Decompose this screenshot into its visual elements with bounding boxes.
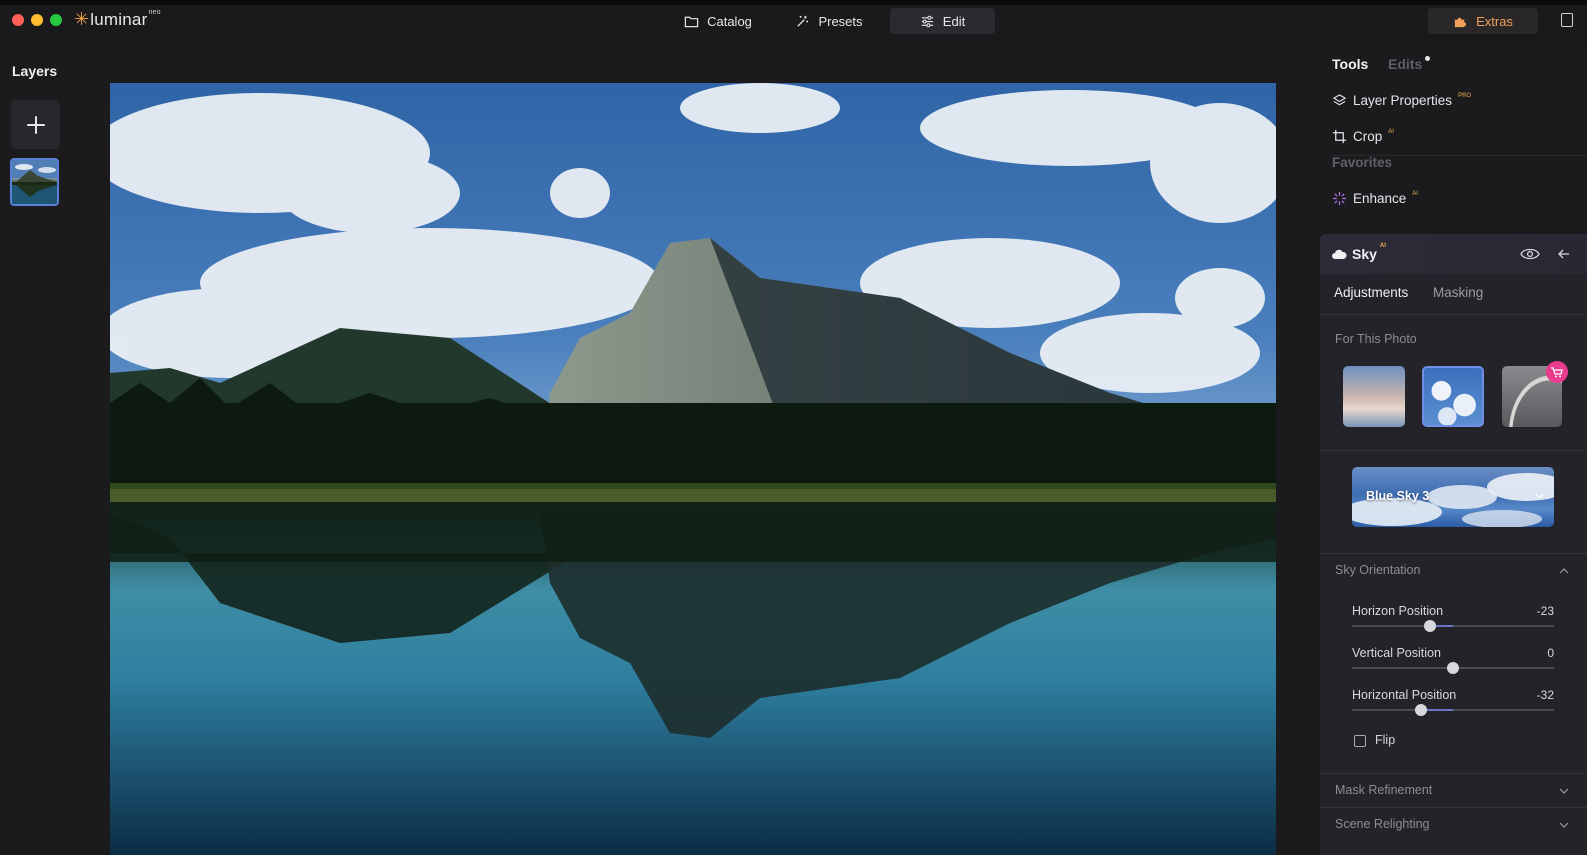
- tool-crop[interactable]: Crop AI: [1332, 129, 1394, 144]
- app-name: luminar: [90, 10, 148, 29]
- horizontal-position-handle[interactable]: [1414, 704, 1427, 716]
- horizon-position-value: -23: [1536, 604, 1554, 618]
- cart-icon: [1551, 366, 1563, 377]
- sky-selection-dropdown[interactable]: Blue Sky 3: [1352, 467, 1554, 527]
- mask-refinement-heading[interactable]: Mask Refinement: [1335, 783, 1432, 797]
- eye-icon[interactable]: [1520, 247, 1540, 261]
- flip-checkbox[interactable]: [1354, 735, 1366, 747]
- vertical-position-label: Vertical Position: [1352, 646, 1441, 660]
- sky-preset-thumbnail-blue-sky[interactable]: [1422, 366, 1484, 427]
- catalog-button[interactable]: Catalog: [668, 8, 768, 34]
- tool-enhance[interactable]: Enhance AI: [1332, 191, 1418, 206]
- section-divider: [1320, 450, 1587, 451]
- extras-button[interactable]: Extras: [1428, 8, 1538, 34]
- horizontal-position-label: Horizontal Position: [1352, 688, 1457, 702]
- luminar-star-icon: ✳: [74, 9, 90, 29]
- layers-icon: [1332, 94, 1347, 106]
- favorites-heading: Favorites: [1332, 155, 1393, 170]
- puzzle-icon: [1454, 17, 1467, 27]
- reset-arrow-icon[interactable]: [1557, 247, 1571, 261]
- presets-button[interactable]: Presets: [784, 8, 874, 34]
- magic-wand-icon: [797, 15, 809, 27]
- presets-label: Presets: [818, 13, 863, 29]
- ai-badge: AI: [1412, 190, 1418, 197]
- tool-label: Crop: [1353, 129, 1383, 144]
- subtab-divider: [1320, 314, 1587, 315]
- sky-title-label: Sky: [1352, 246, 1377, 262]
- horizontal-position-slider[interactable]: [1352, 709, 1554, 711]
- horizon-position-slider[interactable]: [1352, 625, 1554, 627]
- horizon-position-handle[interactable]: [1423, 620, 1436, 632]
- pro-badge: PRO: [1458, 92, 1472, 99]
- flip-label: Flip: [1375, 733, 1396, 747]
- edits-indicator-dot: [1425, 56, 1430, 61]
- tool-label: Enhance: [1353, 191, 1407, 206]
- cloud-icon: [1332, 249, 1347, 259]
- section-divider: [1320, 773, 1587, 774]
- app-name-suffix: neo: [148, 9, 161, 17]
- scene-relighting-heading[interactable]: Scene Relighting: [1335, 817, 1430, 831]
- tool-layer-properties[interactable]: Layer Properties PRO: [1332, 93, 1471, 108]
- zoom-window-button[interactable]: [50, 14, 62, 26]
- crop-icon: [1332, 129, 1347, 144]
- vertical-position-value: 0: [1547, 646, 1554, 660]
- layers-title: Layers: [12, 63, 58, 79]
- catalog-label: Catalog: [707, 13, 752, 29]
- chevron-down-icon: [1535, 493, 1544, 499]
- horizontal-position-value: -32: [1536, 688, 1554, 702]
- sky-tool-panel: [1320, 234, 1587, 855]
- plus-icon: [26, 115, 45, 134]
- edit-button[interactable]: Edit: [890, 8, 995, 34]
- tab-tools[interactable]: Tools: [1332, 56, 1368, 72]
- minimize-window-button[interactable]: [31, 14, 43, 26]
- tab-edits[interactable]: Edits: [1388, 56, 1422, 72]
- sliders-icon: [921, 15, 933, 27]
- sky-orientation-heading[interactable]: Sky Orientation: [1335, 563, 1420, 577]
- sky-preset-thumbnail-sunset[interactable]: [1343, 366, 1405, 427]
- section-divider: [1320, 553, 1587, 554]
- subtab-masking[interactable]: Masking: [1433, 285, 1483, 300]
- selected-sky-label: Blue Sky 3: [1366, 489, 1430, 503]
- share-icon[interactable]: [1561, 13, 1573, 27]
- ai-badge: AI: [1379, 243, 1386, 250]
- tool-label: Layer Properties: [1353, 93, 1453, 108]
- app-logo: ✳luminarneo: [74, 9, 161, 30]
- landscape-photo: [110, 83, 1276, 855]
- chevron-up-icon[interactable]: [1559, 566, 1569, 576]
- folder-icon: [684, 16, 699, 27]
- edit-label: Edit: [942, 13, 966, 29]
- vertical-position-handle[interactable]: [1447, 662, 1459, 674]
- sky-panel-title: Sky AI: [1352, 243, 1386, 262]
- close-window-button[interactable]: [12, 14, 24, 26]
- section-divider: [1320, 807, 1587, 808]
- chevron-down-icon[interactable]: [1559, 786, 1569, 796]
- layer-thumbnail[interactable]: [10, 158, 59, 206]
- ai-badge: AI: [1388, 128, 1394, 135]
- add-layer-button[interactable]: [11, 100, 60, 149]
- shop-badge[interactable]: [1546, 361, 1568, 383]
- photo-canvas[interactable]: [110, 83, 1276, 855]
- extras-label: Extras: [1476, 13, 1513, 29]
- layer-thumbnail-image: [12, 160, 57, 204]
- for-this-photo-label: For This Photo: [1335, 332, 1417, 346]
- subtab-adjustments[interactable]: Adjustments: [1334, 285, 1408, 300]
- horizon-position-label: Horizon Position: [1352, 604, 1444, 618]
- chevron-down-icon[interactable]: [1559, 820, 1569, 830]
- sparkle-icon: [1332, 191, 1347, 206]
